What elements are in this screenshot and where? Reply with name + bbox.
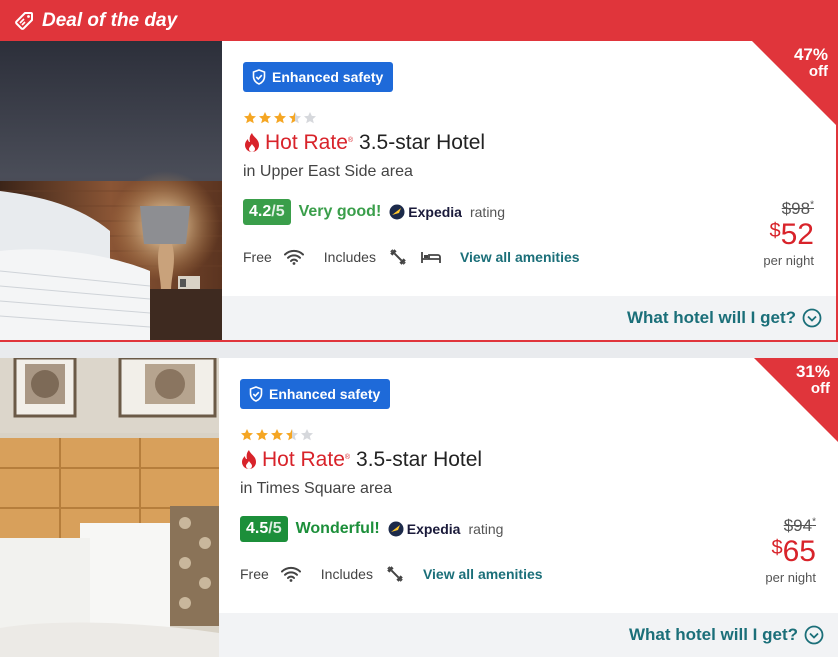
deal-of-the-day-label: Deal of the day (42, 9, 178, 31)
amenities-row: Free Includes View all amenities (243, 247, 580, 267)
guest-rating: 4.2/5 Very good! Expedia rating (243, 199, 505, 225)
rating-verdict: Wonderful! (295, 520, 380, 537)
card-footer: What hotel will I get? (219, 613, 838, 657)
star-full-icon (271, 429, 283, 441)
price-block: $94* $65 per night (765, 516, 816, 585)
guest-rating: 4.5/5 Wonderful! Expedia rating (240, 516, 503, 542)
safety-badge-label: Enhanced safety (272, 69, 384, 85)
discount-percent: 47% (793, 45, 828, 64)
hotel-title[interactable]: Hot Rate ® 3.5-star Hotel (240, 448, 482, 472)
flame-icon (240, 449, 258, 471)
fitness-icon (388, 247, 408, 267)
rating-word: rating (468, 521, 504, 537)
score-badge: 4.5/5 (240, 516, 288, 542)
hotel-card[interactable]: Enhanced safety Hot Rate ® 3.5-star Hotel… (0, 41, 836, 340)
enhanced-safety-badge[interactable]: Enhanced safety (243, 62, 394, 92)
chevron-down-circle-icon (804, 625, 824, 645)
hotel-card-body: Enhanced safety Hot Rate ® 3.5-star Hotel… (219, 358, 838, 657)
per-night-label: per night (765, 570, 816, 585)
hot-rate-label: Hot Rate (265, 131, 348, 154)
hotel-card-body: Enhanced safety Hot Rate ® 3.5-star Hotel… (222, 41, 836, 340)
per-night-label: per night (763, 253, 814, 268)
star-full-icon (259, 112, 271, 124)
hotel-card[interactable]: Enhanced safety Hot Rate ® 3.5-star Hotel… (0, 358, 838, 657)
star-class-label: 3.5-star Hotel (359, 131, 486, 154)
shield-icon (252, 69, 266, 85)
discount-off-label: off (808, 63, 828, 80)
score-badge: 4.2/5 (243, 199, 291, 225)
enhanced-safety-badge[interactable]: Enhanced safety (240, 379, 391, 409)
view-all-amenities-link[interactable]: View all amenities (460, 249, 580, 265)
safety-badge-label: Enhanced safety (269, 386, 381, 402)
star-full-icon (241, 429, 253, 441)
original-price: $98* (781, 199, 814, 218)
score-value: 4.2 (249, 203, 272, 220)
expedia-globe-icon (388, 521, 404, 537)
star-full-icon (244, 112, 256, 124)
shield-icon (249, 386, 263, 402)
price-block: $98* $52 per night (763, 199, 814, 268)
tag-icon (14, 11, 34, 31)
discount-ribbon: 31% off (754, 358, 838, 442)
discount-percent: 31% (795, 362, 830, 381)
hotel-photo[interactable] (0, 358, 219, 657)
star-half-icon (289, 112, 301, 124)
discount-off-label: off (810, 380, 830, 397)
score-denominator: /5 (271, 203, 285, 220)
hotel-title[interactable]: Hot Rate ® 3.5-star Hotel (243, 131, 485, 155)
star-rating (240, 428, 314, 442)
rating-verdict: Very good! (298, 203, 382, 220)
star-empty-icon (304, 112, 316, 124)
expedia-globe-icon (389, 204, 405, 220)
discount-ribbon: 47% off (752, 41, 836, 125)
hotel-area: in Upper East Side area (243, 163, 413, 180)
star-full-icon (256, 429, 268, 441)
includes-label: Includes (320, 566, 373, 582)
deal-price: $65 (771, 535, 817, 568)
expedia-logo: Expedia (388, 521, 461, 537)
card-footer: What hotel will I get? (222, 296, 836, 340)
star-half-icon (286, 429, 298, 441)
view-all-amenities-link[interactable]: View all amenities (423, 566, 543, 582)
what-hotel-link[interactable]: What hotel will I get? (627, 308, 822, 328)
hot-rate-label: Hot Rate (262, 448, 345, 471)
wifi-icon (280, 566, 301, 582)
fitness-icon (385, 564, 405, 584)
expedia-logo: Expedia (389, 204, 462, 220)
deal-price: $52 (769, 218, 815, 251)
star-rating (243, 111, 317, 125)
what-hotel-link[interactable]: What hotel will I get? (629, 625, 824, 645)
original-price: $94* (783, 516, 816, 535)
flame-icon (243, 132, 261, 154)
chevron-down-circle-icon (802, 308, 822, 328)
deal-of-the-day-header: Deal of the day (2, 0, 836, 41)
provider-name: Expedia (408, 204, 462, 220)
free-label: Free (240, 566, 269, 582)
hotel-photo[interactable] (0, 41, 222, 340)
rating-word: rating (469, 204, 506, 220)
includes-label: Includes (323, 249, 376, 265)
star-class-label: 3.5-star Hotel (356, 448, 483, 471)
hotel-area: in Times Square area (240, 480, 393, 497)
provider-name: Expedia (406, 521, 461, 537)
score-denominator: /5 (268, 520, 282, 537)
score-value: 4.5 (246, 520, 269, 537)
bed-icon (420, 249, 442, 265)
star-full-icon (274, 112, 286, 124)
wifi-icon (283, 249, 304, 265)
star-empty-icon (301, 429, 313, 441)
amenities-row: Free Includes View all amenities (240, 564, 543, 584)
free-label: Free (243, 249, 272, 265)
